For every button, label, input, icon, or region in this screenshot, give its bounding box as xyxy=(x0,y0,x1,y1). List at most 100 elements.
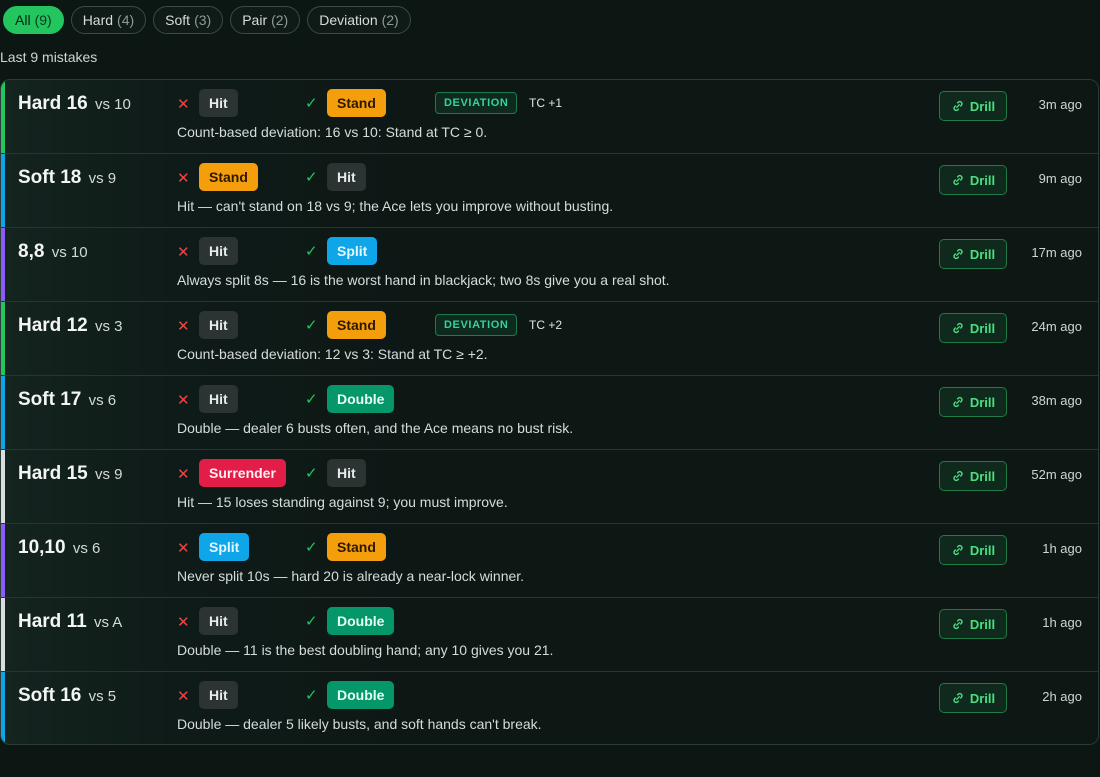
correct-check-icon: ✓ xyxy=(305,169,318,186)
timestamp: 2h ago xyxy=(1042,689,1082,704)
your-action-badge: Stand xyxy=(199,163,258,191)
category-stripe xyxy=(1,154,5,227)
link-icon xyxy=(951,469,965,483)
mistake-description: Count-based deviation: 12 vs 3: Stand at… xyxy=(177,346,488,362)
drill-button[interactable]: Drill xyxy=(939,165,1007,195)
filter-chip-deviation[interactable]: Deviation (2) xyxy=(307,6,411,34)
wrong-x-icon: ✕ xyxy=(177,392,190,409)
correct-action-badge: Split xyxy=(327,237,378,265)
drill-button[interactable]: Drill xyxy=(939,535,1007,565)
correct-action-badge: Double xyxy=(327,385,395,413)
hand-label: Soft 17 vs 6 xyxy=(18,389,116,411)
mistake-row: Hard 15 vs 9 ✕ Surrender ✓ Hit Hit — 15 loses… xyxy=(1,450,1098,524)
correct-action-badge: Stand xyxy=(327,311,386,339)
category-stripe xyxy=(1,672,5,744)
mistakes-subtitle: Last 9 mistakes xyxy=(0,49,98,65)
timestamp: 38m ago xyxy=(1031,393,1082,408)
drill-button[interactable]: Drill xyxy=(939,239,1007,269)
drill-button[interactable]: Drill xyxy=(939,91,1007,121)
correct-check-icon: ✓ xyxy=(305,613,318,630)
hand-name: Hard 12 xyxy=(18,315,88,336)
hand-label: Hard 15 vs 9 xyxy=(18,463,123,485)
correct-check-icon: ✓ xyxy=(305,243,318,260)
filter-label: Soft xyxy=(165,12,191,28)
your-action-badge: Hit xyxy=(199,607,238,635)
category-stripe xyxy=(1,302,5,375)
filter-label: Deviation xyxy=(319,12,378,28)
timestamp: 9m ago xyxy=(1038,171,1082,186)
link-icon xyxy=(951,247,965,261)
dealer-upcard: vs 3 xyxy=(94,318,123,335)
your-action-badge: Hit xyxy=(199,311,238,339)
correct-check-icon: ✓ xyxy=(305,317,318,334)
hand-label: Soft 18 vs 9 xyxy=(18,167,116,189)
correct-check-icon: ✓ xyxy=(305,539,318,556)
correct-check-icon: ✓ xyxy=(305,465,318,482)
timestamp: 1h ago xyxy=(1042,615,1082,630)
category-stripe xyxy=(1,80,5,153)
category-stripe xyxy=(1,376,5,449)
mistake-row: Soft 18 vs 9 ✕ Stand ✓ Hit Hit — can't stand … xyxy=(1,154,1098,228)
drill-button[interactable]: Drill xyxy=(939,609,1007,639)
drill-button[interactable]: Drill xyxy=(939,461,1007,491)
deviation-badge: DEVIATION xyxy=(435,92,518,114)
filter-count: (4) xyxy=(117,12,135,28)
filter-chip-hard[interactable]: Hard (4) xyxy=(70,6,147,34)
filter-count: (9) xyxy=(34,12,52,28)
link-icon xyxy=(951,395,965,409)
link-icon xyxy=(951,617,965,631)
wrong-x-icon: ✕ xyxy=(177,614,190,631)
dealer-upcard: vs 9 xyxy=(88,170,117,187)
mistake-description: Hit — can't stand on 18 vs 9; the Ace le… xyxy=(177,198,614,214)
dealer-upcard: vs 6 xyxy=(72,540,101,557)
wrong-x-icon: ✕ xyxy=(177,688,190,705)
filter-chip-soft[interactable]: Soft (3) xyxy=(153,6,224,34)
wrong-x-icon: ✕ xyxy=(177,466,190,483)
hand-name: Soft 17 xyxy=(18,389,82,410)
filter-label: All xyxy=(15,12,31,28)
drill-label: Drill xyxy=(969,616,996,632)
mistake-description: Hit — 15 loses standing against 9; you m… xyxy=(177,494,508,510)
timestamp: 52m ago xyxy=(1031,467,1082,482)
filter-chip-pair[interactable]: Pair (2) xyxy=(230,6,301,34)
link-icon xyxy=(951,99,965,113)
wrong-x-icon: ✕ xyxy=(177,96,190,113)
correct-check-icon: ✓ xyxy=(305,95,318,112)
mistake-row: 8,8 vs 10 ✕ Hit ✓ Split Always split 8s — 16 … xyxy=(1,228,1098,302)
hand-label: Soft 16 vs 5 xyxy=(18,685,116,707)
link-icon xyxy=(951,173,965,187)
correct-action-badge: Stand xyxy=(327,89,386,117)
dealer-upcard: vs 6 xyxy=(88,392,117,409)
drill-button[interactable]: Drill xyxy=(939,683,1007,713)
your-action-badge: Hit xyxy=(199,89,238,117)
your-action-badge: Hit xyxy=(199,237,238,265)
filter-label: Pair xyxy=(242,12,268,28)
hand-name: 10,10 xyxy=(18,537,66,558)
filter-label: Hard xyxy=(82,12,114,28)
drill-button[interactable]: Drill xyxy=(939,313,1007,343)
wrong-x-icon: ✕ xyxy=(177,244,190,261)
filter-count: (2) xyxy=(381,12,399,28)
your-action-badge: Surrender xyxy=(199,459,286,487)
drill-label: Drill xyxy=(969,394,996,410)
timestamp: 1h ago xyxy=(1042,541,1082,556)
filter-count: (3) xyxy=(194,12,212,28)
drill-button[interactable]: Drill xyxy=(939,387,1007,417)
hand-label: Hard 16 vs 10 xyxy=(18,93,131,115)
hand-name: Soft 18 xyxy=(18,167,82,188)
hand-label: 8,8 vs 10 xyxy=(18,241,88,263)
filter-count: (2) xyxy=(271,12,289,28)
category-stripe xyxy=(1,228,5,301)
filter-chip-all[interactable]: All (9) xyxy=(3,6,64,34)
correct-check-icon: ✓ xyxy=(305,687,318,704)
your-action-badge: Split xyxy=(199,533,250,561)
correct-action-badge: Double xyxy=(327,681,395,709)
timestamp: 17m ago xyxy=(1031,245,1082,260)
mistake-row: Hard 16 vs 10 ✕ Hit ✓ Stand DEVIATION TC +1 Cou… xyxy=(1,80,1098,154)
correct-action-badge: Stand xyxy=(327,533,386,561)
true-count-label: TC +1 xyxy=(529,96,563,110)
dealer-upcard: vs 9 xyxy=(94,466,123,483)
your-action-badge: Hit xyxy=(199,385,238,413)
hand-name: Hard 15 xyxy=(18,463,88,484)
hand-label: 10,10 vs 6 xyxy=(18,537,100,559)
